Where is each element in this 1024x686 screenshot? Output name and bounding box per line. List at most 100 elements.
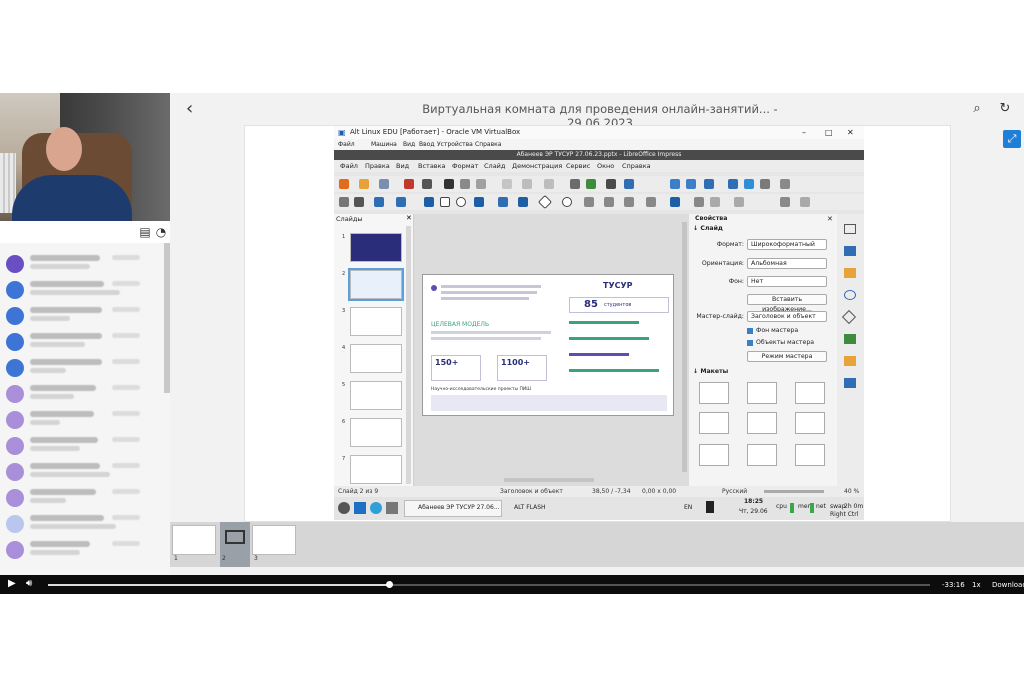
new-icon[interactable] bbox=[339, 179, 349, 189]
start-menu-icon[interactable] bbox=[338, 502, 350, 514]
properties-section-layouts[interactable]: ↓ Макеты bbox=[693, 368, 728, 375]
chart-icon[interactable] bbox=[744, 179, 754, 189]
textbox-icon[interactable] bbox=[760, 179, 770, 189]
speed-button[interactable]: 1x bbox=[972, 581, 981, 589]
copy-icon[interactable] bbox=[460, 179, 470, 189]
slideshow-current-icon[interactable] bbox=[686, 179, 696, 189]
vbox-menu-file[interactable]: Файл bbox=[338, 141, 355, 148]
slide-canvas[interactable]: ТУСУР ЦЕЛЕВАЯ МОДЕЛЬ 150+ 1100+ 85 студе… bbox=[414, 214, 689, 486]
refresh-icon[interactable]: ↻ bbox=[996, 100, 1014, 118]
layout-thumbnail[interactable] bbox=[747, 444, 777, 466]
align-icon[interactable] bbox=[710, 197, 720, 207]
orientation-select[interactable]: Альбомная bbox=[747, 258, 827, 269]
arrange-icon[interactable] bbox=[734, 197, 744, 207]
redo-icon[interactable] bbox=[544, 179, 554, 189]
download-button[interactable]: Download bbox=[992, 581, 1024, 589]
status-language[interactable]: Русский bbox=[722, 488, 747, 495]
properties-deck-icon[interactable] bbox=[844, 224, 856, 234]
save-icon[interactable] bbox=[379, 179, 389, 189]
format-select[interactable]: Широкоформатный bbox=[747, 239, 827, 250]
rectangle-icon[interactable] bbox=[440, 197, 450, 207]
callouts-icon[interactable] bbox=[624, 197, 634, 207]
impress-menu-tools[interactable]: Сервис bbox=[566, 162, 590, 170]
slide-thumbnail-selected[interactable]: 2 bbox=[342, 268, 404, 301]
taskbar-item-flash-label[interactable]: ALT FLASH bbox=[514, 504, 546, 511]
impress-menu-format[interactable]: Формат bbox=[452, 162, 478, 170]
layout-thumbnail[interactable] bbox=[699, 412, 729, 434]
undo-icon[interactable] bbox=[522, 179, 532, 189]
impress-menu-file[interactable]: Файл bbox=[340, 162, 358, 170]
filmstrip-thumbnail[interactable] bbox=[252, 525, 296, 555]
shadow-icon[interactable] bbox=[780, 197, 790, 207]
table-icon[interactable] bbox=[704, 179, 714, 189]
stars-icon[interactable] bbox=[646, 197, 656, 207]
layout-thumbnail[interactable] bbox=[795, 412, 825, 434]
vbox-menu-help[interactable]: Справка bbox=[475, 141, 501, 148]
slides-scrollbar[interactable] bbox=[406, 226, 411, 484]
fullscreen-icon[interactable]: ⤢ bbox=[1003, 130, 1021, 148]
ellipse-icon[interactable] bbox=[456, 197, 466, 207]
rotate-icon[interactable] bbox=[694, 197, 704, 207]
properties-close-icon[interactable]: ✕ bbox=[827, 215, 833, 223]
insert-image-button[interactable]: Вставить изображение... bbox=[747, 294, 827, 313]
basic-shapes-icon[interactable] bbox=[537, 194, 553, 210]
notes-icon[interactable]: ▤ bbox=[138, 225, 152, 239]
flowchart-icon[interactable] bbox=[604, 197, 614, 207]
open-icon[interactable] bbox=[359, 179, 369, 189]
slide-thumbnail[interactable]: 5 bbox=[342, 381, 402, 410]
spelling-icon[interactable] bbox=[586, 179, 596, 189]
volume-icon[interactable]: 🔊︎ bbox=[26, 578, 32, 589]
keyboard-layout[interactable]: EN bbox=[684, 504, 692, 511]
curve-icon[interactable] bbox=[498, 197, 508, 207]
slide-thumbnail[interactable]: 7 bbox=[342, 455, 402, 484]
transition-deck-icon[interactable] bbox=[844, 356, 856, 366]
chat-panel[interactable] bbox=[0, 243, 170, 575]
special-char-icon[interactable] bbox=[780, 179, 790, 189]
layout-thumbnail[interactable] bbox=[699, 444, 729, 466]
canvas-horizontal-scrollbar[interactable] bbox=[504, 478, 594, 482]
slide-thumbnail[interactable]: 6 bbox=[342, 418, 402, 447]
usb-icon[interactable] bbox=[706, 501, 714, 513]
paste-icon[interactable] bbox=[476, 179, 486, 189]
cut-icon[interactable] bbox=[444, 179, 454, 189]
current-slide[interactable]: ТУСУР ЦЕЛЕВАЯ МОДЕЛЬ 150+ 1100+ 85 студе… bbox=[422, 274, 674, 416]
gallery-deck-icon[interactable] bbox=[844, 268, 856, 278]
zoom-icon[interactable] bbox=[354, 197, 364, 207]
line-icon[interactable] bbox=[424, 197, 434, 207]
close-icon[interactable]: ✕ bbox=[847, 126, 854, 139]
connector-icon[interactable] bbox=[518, 197, 528, 207]
animation-deck-icon[interactable] bbox=[844, 334, 856, 344]
browser-icon[interactable] bbox=[370, 502, 382, 514]
styles-deck-icon[interactable] bbox=[844, 246, 856, 256]
background-select[interactable]: Нет bbox=[747, 276, 827, 287]
line-color-icon[interactable] bbox=[374, 197, 384, 207]
arrow-icon[interactable] bbox=[474, 197, 484, 207]
shapes-deck-icon[interactable] bbox=[841, 309, 857, 325]
find-icon[interactable] bbox=[570, 179, 580, 189]
vbox-menu-view[interactable]: Вид bbox=[403, 141, 415, 148]
display-views-icon[interactable] bbox=[624, 179, 634, 189]
impress-menu-view[interactable]: Вид bbox=[396, 162, 409, 170]
symbol-shapes-icon[interactable] bbox=[562, 197, 572, 207]
canvas-vertical-scrollbar[interactable] bbox=[682, 222, 687, 472]
crop-icon[interactable] bbox=[800, 197, 810, 207]
print-icon[interactable] bbox=[422, 179, 432, 189]
chat-icon[interactable]: ◔ bbox=[154, 225, 168, 239]
master-slides-deck-icon[interactable] bbox=[844, 378, 856, 388]
zoom-slider[interactable] bbox=[764, 490, 824, 493]
play-icon[interactable]: ▶ bbox=[8, 578, 16, 589]
bg-master-checkbox[interactable] bbox=[747, 328, 753, 334]
clone-icon[interactable] bbox=[502, 179, 512, 189]
layout-thumbnail[interactable] bbox=[795, 382, 825, 404]
layout-thumbnail[interactable] bbox=[795, 444, 825, 466]
navigator-deck-icon[interactable] bbox=[844, 290, 856, 300]
minimize-icon[interactable]: – bbox=[802, 126, 806, 139]
start-slideshow-icon[interactable] bbox=[670, 179, 680, 189]
3d-objects-icon[interactable] bbox=[670, 197, 680, 207]
layout-thumbnail[interactable] bbox=[699, 382, 729, 404]
impress-menu-edit[interactable]: Правка bbox=[365, 162, 390, 170]
impress-menu-help[interactable]: Справка bbox=[622, 162, 651, 170]
filmstrip-thumbnail[interactable] bbox=[172, 525, 216, 555]
layout-thumbnail[interactable] bbox=[747, 382, 777, 404]
impress-menu-slideshow[interactable]: Демонстрация bbox=[512, 162, 562, 170]
